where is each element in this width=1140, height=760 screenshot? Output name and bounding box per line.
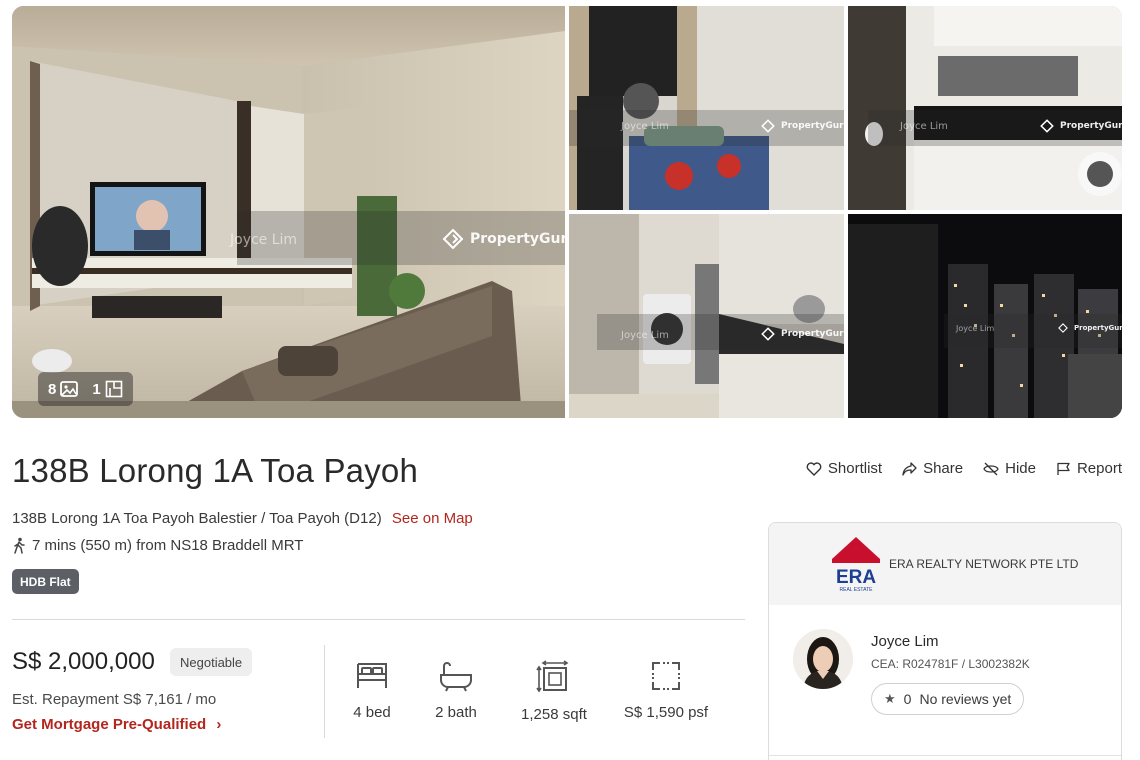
mortgage-prequalify-link[interactable]: Get Mortgage Pre-Qualified › xyxy=(12,716,221,733)
listing-actions: Shortlist Share Hide Report xyxy=(806,460,1122,477)
photo-kitchen[interactable]: Joyce Lim PropertyGuru xyxy=(848,6,1122,210)
rating-value: 0 xyxy=(903,691,912,707)
property-specs: 4 bed 2 bath 1,258 sqft S$ 1,590 psf xyxy=(352,660,716,723)
photo-bedroom[interactable]: Joyce Lim PropertyGuru xyxy=(569,6,844,210)
agent-name[interactable]: Joyce Lim xyxy=(871,633,939,650)
agent-watermark: Joyce Lim xyxy=(956,324,995,333)
svg-text:ERA: ERA xyxy=(836,567,876,588)
agent-watermark: Joyce Lim xyxy=(230,232,298,248)
propertyguru-logo-icon xyxy=(761,327,775,341)
walking-icon xyxy=(14,537,25,554)
agent-photo xyxy=(793,629,853,689)
spec-floor-size: 1,258 sqft xyxy=(514,660,594,723)
agent-card-divider xyxy=(769,755,1121,756)
propertyguru-watermark: PropertyGuru xyxy=(761,119,844,133)
propertyguru-watermark: PropertyGuru xyxy=(1040,119,1122,133)
price-divider xyxy=(324,645,325,738)
share-button[interactable]: Share xyxy=(902,460,963,477)
main-photo-living-room[interactable]: Joyce Lim PropertyGuru 8 1 xyxy=(12,6,565,418)
photo-night-view[interactable]: Joyce Lim PropertyGuru xyxy=(848,214,1122,418)
agent-card: ERA REAL ESTATE ERA REALTY NETWORK PTE L… xyxy=(768,522,1122,760)
hide-button[interactable]: Hide xyxy=(983,460,1036,477)
reviews-label: No reviews yet xyxy=(919,691,1012,707)
floorplan-counter[interactable]: 1 xyxy=(92,380,122,398)
kitchen-image xyxy=(848,6,1122,210)
agent-watermark: Joyce Lim xyxy=(900,121,948,132)
see-on-map-link[interactable]: See on Map xyxy=(392,510,473,527)
listing-address: 138B Lorong 1A Toa Payoh Balestier / Toa… xyxy=(12,510,473,527)
bathtub-icon xyxy=(440,662,472,692)
mrt-distance: 7 mins (550 m) from NS18 Braddell MRT xyxy=(12,537,303,554)
propertyguru-watermark: PropertyGuru xyxy=(1058,323,1122,333)
era-logo: ERA REAL ESTATE xyxy=(832,537,880,593)
eye-off-icon xyxy=(983,462,999,475)
spec-beds: 4 bed xyxy=(352,660,392,723)
agent-cea-number: CEA: R024781F / L3002382K xyxy=(871,657,1030,671)
bed-icon xyxy=(357,663,387,688)
floorplan-icon xyxy=(105,380,122,398)
section-divider xyxy=(12,619,745,620)
star-icon: ★ xyxy=(884,691,896,706)
flag-icon xyxy=(1057,462,1070,475)
address-text: 138B Lorong 1A Toa Payoh Balestier / Toa… xyxy=(12,510,382,527)
propertyguru-watermark: PropertyGuru xyxy=(761,327,844,341)
propertyguru-logo-icon xyxy=(1058,323,1068,333)
propertyguru-logo-icon xyxy=(1040,119,1054,133)
agent-watermark: Joyce Lim xyxy=(621,121,669,132)
propertyguru-logo-icon xyxy=(761,119,775,133)
price: S$ 2,000,000 xyxy=(12,648,155,675)
image-icon xyxy=(60,381,79,397)
propertyguru-logo-icon xyxy=(442,228,464,250)
est-repayment: Est. Repayment S$ 7,161 / mo xyxy=(12,691,217,708)
heart-icon xyxy=(806,461,822,476)
chevron-right-icon: › xyxy=(216,716,222,733)
agency-header[interactable]: ERA REAL ESTATE ERA REALTY NETWORK PTE L… xyxy=(769,523,1121,605)
bedroom-image xyxy=(569,6,844,210)
photo-utility-area[interactable]: Joyce Lim PropertyGuru xyxy=(569,214,844,418)
media-counters[interactable]: 8 1 xyxy=(38,372,133,406)
photo-counter[interactable]: 8 xyxy=(48,381,79,398)
property-type-badge: HDB Flat xyxy=(12,569,79,594)
agency-name: ERA REALTY NETWORK PTE LTD xyxy=(889,557,1079,571)
listing-title: 138B Lorong 1A Toa Payoh xyxy=(12,452,419,489)
photo-gallery[interactable]: Joyce Lim PropertyGuru 8 1 xyxy=(12,6,1122,418)
reviews-button[interactable]: ★ 0 No reviews yet xyxy=(871,683,1025,715)
floor-size-icon xyxy=(536,660,569,693)
share-icon xyxy=(902,461,917,476)
agent-avatar[interactable] xyxy=(793,629,853,689)
report-button[interactable]: Report xyxy=(1056,460,1122,477)
spec-baths: 2 bath xyxy=(426,660,486,723)
svg-text:REAL ESTATE: REAL ESTATE xyxy=(840,587,874,593)
propertyguru-watermark: PropertyGuru xyxy=(442,228,565,250)
shortlist-button[interactable]: Shortlist xyxy=(806,460,882,477)
price-per-sqft-icon xyxy=(652,662,680,690)
negotiable-badge: Negotiable xyxy=(170,648,253,676)
agent-watermark: Joyce Lim xyxy=(621,330,669,341)
spec-psf: S$ 1,590 psf xyxy=(616,660,716,723)
